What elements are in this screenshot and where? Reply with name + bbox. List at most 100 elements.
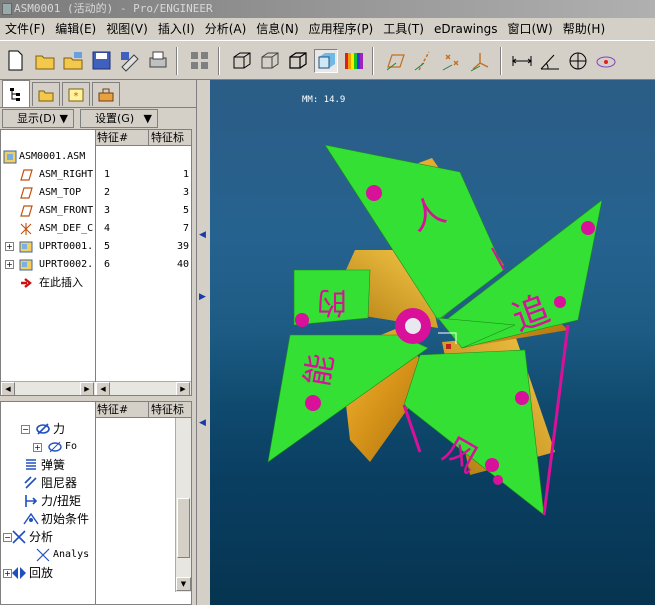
collapse-left-icon[interactable]: ◀ — [199, 230, 206, 240]
measure-angle-button[interactable] — [538, 49, 562, 73]
feature-number: 5 — [104, 241, 111, 252]
menu-item[interactable]: 信息(N) — [251, 18, 303, 40]
menu-item[interactable]: 插入(I) — [153, 18, 200, 40]
show-dropdown[interactable]: 显示(D) ▼ — [2, 109, 74, 128]
menu-item[interactable]: 视图(V) — [101, 18, 153, 40]
graphics-window[interactable]: MM: 14.9 人 追 风 能 的 — [210, 80, 655, 605]
model-tree-item[interactable]: ASM_TOP 2 3 — [1, 184, 191, 202]
model-tree-item[interactable]: + UPRT0002. 6 40 — [1, 256, 191, 274]
column-header-feature-number[interactable]: 特征# — [95, 130, 149, 146]
panel-splitter[interactable]: ◀ ▶ ◀ — [196, 80, 210, 605]
new-file-button[interactable] — [4, 49, 28, 73]
menu-item[interactable]: 应用程序(P) — [304, 18, 379, 40]
menu-item[interactable]: 工具(T) — [378, 18, 429, 40]
model-tree-item[interactable]: + UPRT0001. 5 39 — [1, 238, 191, 256]
assembly-icon — [3, 150, 17, 164]
navigator-panel: * 显示(D) ▼ 设置(G) ▼ 特征# 特征标 ASM0001.ASM ASM… — [0, 80, 196, 605]
collapse-icon[interactable]: − — [21, 425, 30, 434]
pinwheel-model[interactable]: 人 追 风 能 的 — [210, 80, 655, 605]
datum-points-button[interactable] — [440, 49, 464, 73]
mechanism-item-label: Fo — [65, 441, 78, 452]
mechanism-tree-item[interactable]: − 力 — [1, 420, 95, 438]
shaded-button[interactable] — [314, 49, 338, 73]
mechanism-tree-item[interactable]: − 分析 — [1, 528, 95, 546]
measure-distance-button[interactable] — [510, 49, 534, 73]
mechanism-tree-item[interactable]: 初始条件 — [1, 510, 95, 528]
datum-planes-button[interactable] — [384, 49, 408, 73]
model-tree-item[interactable]: ASM0001.ASM — [1, 148, 191, 166]
column-header-feature-tag[interactable]: 特征标 — [149, 130, 191, 146]
column-header-feature-tag[interactable]: 特征标 — [149, 402, 191, 418]
feature-number: 3 — [104, 205, 111, 216]
blade-character: 能 — [298, 351, 341, 389]
model-tree: 特征# 特征标 ASM0001.ASM ASM_RIGHT 1 1 ASM_TOP 2 3 A… — [0, 129, 192, 396]
mechanism-item-label: 分析 — [29, 530, 54, 544]
menu-item[interactable]: eDrawings — [429, 18, 503, 40]
menu-item[interactable]: 帮助(H) — [558, 18, 610, 40]
spring-icon — [23, 457, 39, 473]
svg-text:*: * — [74, 91, 79, 102]
column-divider[interactable] — [95, 402, 96, 604]
menu-item[interactable]: 窗口(W) — [503, 18, 558, 40]
tree-horizontal-scrollbar[interactable]: ◀ ▶ — [1, 381, 95, 395]
expand-icon[interactable]: + — [33, 443, 42, 452]
feature-number: 6 — [104, 259, 111, 270]
scroll-right-icon[interactable]: ▶ — [80, 382, 94, 395]
wireframe-button[interactable] — [230, 49, 254, 73]
scroll-left-icon[interactable]: ◀ — [96, 382, 110, 395]
color-appearance-button[interactable] — [342, 49, 366, 73]
expand-icon[interactable]: + — [5, 242, 14, 251]
feature-number: 2 — [104, 187, 111, 198]
scrollbar-thumb[interactable] — [177, 498, 190, 558]
folder-browser-icon — [38, 90, 54, 101]
tab-connections[interactable] — [92, 82, 120, 106]
mechanism-vertical-scrollbar[interactable]: ▼ — [175, 418, 191, 592]
color-appearance-icon — [345, 53, 363, 69]
menu-item[interactable]: 文件(F) — [0, 18, 50, 40]
mechanism-tree-item[interactable]: + Fo — [1, 438, 95, 456]
open-folder-button[interactable] — [34, 49, 58, 73]
toolbar-separator — [500, 47, 502, 75]
no-hidden-button[interactable] — [286, 49, 310, 73]
hidden-line-button[interactable] — [258, 49, 282, 73]
column-header-feature-number[interactable]: 特征# — [95, 402, 149, 418]
mechanism-tree-item[interactable]: 阻尼器 — [1, 474, 95, 492]
mechanism-tree-item[interactable]: 弹簧 — [1, 456, 95, 474]
model-tree-item[interactable]: ASM_RIGHT 1 1 — [1, 166, 191, 184]
coord-systems-button[interactable] — [468, 49, 492, 73]
mechanism-tree-item[interactable]: + 回放 — [1, 564, 95, 582]
window-title: ASM0001 (活动的) - Pro/ENGINEER — [14, 2, 213, 15]
repaint-button[interactable] — [188, 49, 212, 73]
save-button[interactable] — [90, 49, 114, 73]
menu-item[interactable]: 编辑(E) — [50, 18, 101, 40]
tab-model-tree[interactable] — [2, 80, 30, 107]
tab-folder-browser[interactable] — [32, 82, 60, 106]
model-tree-item[interactable]: 在此插入 — [1, 274, 191, 292]
model-tree-item[interactable]: ASM_DEF_C 4 7 — [1, 220, 191, 238]
mechanism-item-label: 力/扭矩 — [41, 494, 82, 508]
blade-bottom[interactable] — [403, 349, 545, 516]
model-tree-item[interactable]: ASM_FRONT 3 5 — [1, 202, 191, 220]
scroll-left-icon[interactable]: ◀ — [1, 382, 15, 395]
collapse-left-icon[interactable]: ◀ — [199, 418, 206, 428]
title-bar: ASM0001 (活动的) - Pro/ENGINEER — [0, 0, 655, 18]
spin-center-icon — [596, 56, 616, 68]
save-copy-button[interactable] — [118, 49, 142, 73]
section-button[interactable] — [566, 49, 590, 73]
expand-right-icon[interactable]: ▶ — [199, 292, 206, 302]
print-button[interactable] — [146, 49, 170, 73]
scroll-right-icon[interactable]: ▶ — [176, 382, 190, 395]
select-working-dir-button[interactable] — [62, 49, 86, 73]
settings-dropdown[interactable]: 设置(G) ▼ — [80, 109, 158, 128]
mechanism-tree-item[interactable]: 力/扭矩 — [1, 492, 95, 510]
expand-icon[interactable]: + — [5, 260, 14, 269]
repaint-icon — [191, 52, 208, 69]
datum-axes-button[interactable] — [412, 49, 436, 73]
menu-item[interactable]: 分析(A) — [200, 18, 252, 40]
spin-center-button[interactable] — [594, 49, 618, 73]
tab-favorites[interactable]: * — [62, 82, 90, 106]
columns-horizontal-scrollbar[interactable]: ◀ ▶ — [96, 381, 191, 395]
mechanism-tree-item[interactable]: Analys — [1, 546, 95, 564]
scroll-down-icon[interactable]: ▼ — [176, 577, 191, 591]
part-icon — [19, 240, 33, 254]
